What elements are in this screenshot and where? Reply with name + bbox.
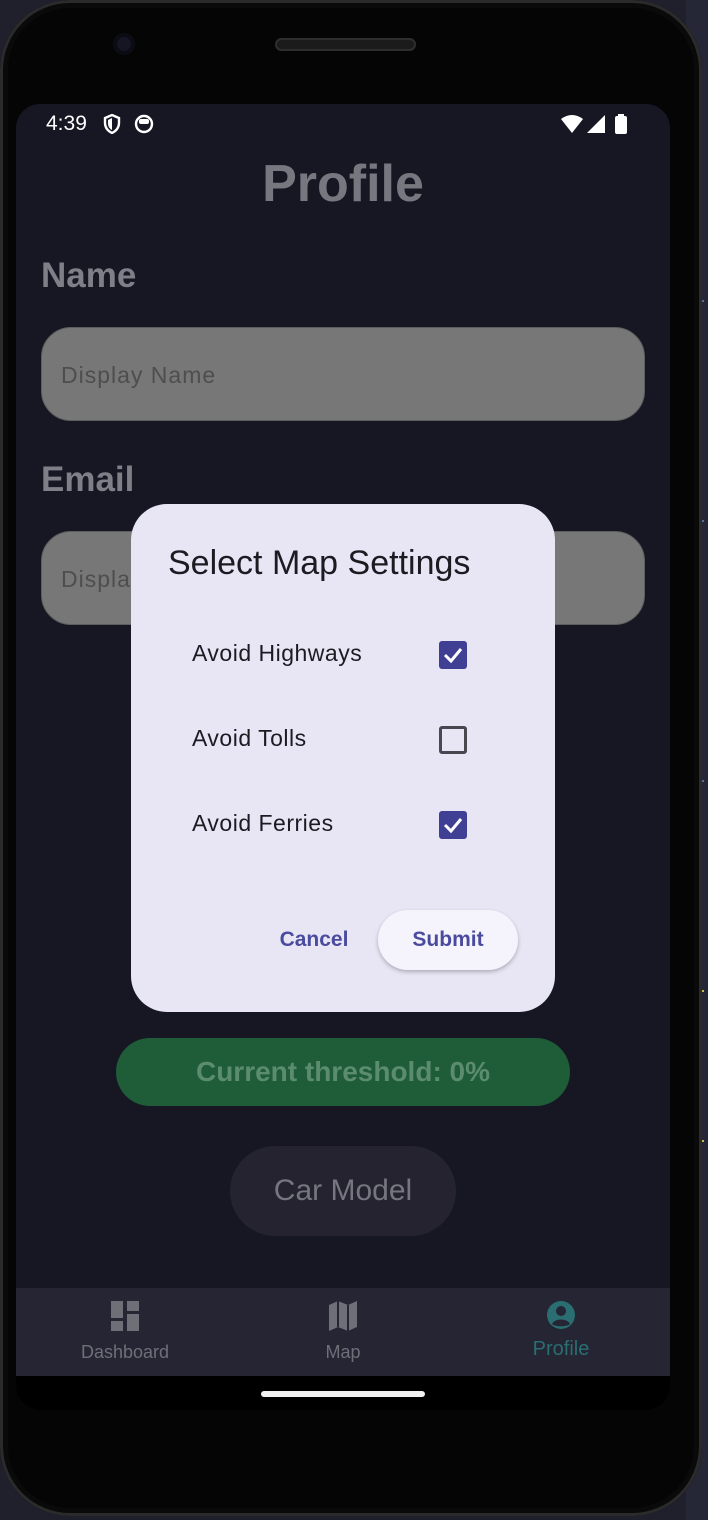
nav-label-profile: Profile <box>532 1338 590 1360</box>
display-name-input[interactable]: Display Name <box>41 327 645 421</box>
option-label: Avoid Tolls <box>192 725 307 751</box>
avoid-tolls-checkbox[interactable] <box>439 726 467 754</box>
threshold-button[interactable]: Current threshold: 0% <box>116 1038 570 1106</box>
home-gesture-handle[interactable] <box>261 1391 425 1397</box>
option-label: Avoid Highways <box>192 640 363 666</box>
nav-item-map[interactable]: Map <box>234 1288 452 1376</box>
nav-label-map: Map <box>325 1342 361 1362</box>
display-name-placeholder: Display Name <box>61 362 217 388</box>
wifi-icon <box>561 115 583 133</box>
email-placeholder: Displa <box>61 566 131 592</box>
car-model-button[interactable]: Car Model <box>230 1146 456 1236</box>
front-camera <box>113 33 135 55</box>
earpiece-speaker <box>275 38 416 51</box>
avoid-highways-checkbox[interactable] <box>439 641 467 669</box>
option-avoid-highways[interactable]: Avoid Highways <box>192 630 492 680</box>
face-icon <box>134 114 154 134</box>
dialog-title: Select Map Settings <box>168 544 471 582</box>
shield-icon <box>103 114 121 134</box>
email-label: Email <box>41 460 135 499</box>
cancel-button[interactable]: Cancel <box>275 910 353 970</box>
status-bar: 4:39 <box>16 104 670 144</box>
nav-item-dashboard[interactable]: Dashboard <box>16 1288 234 1376</box>
account-circle-icon <box>547 1301 575 1329</box>
page-title: Profile <box>262 155 424 213</box>
option-label: Avoid Ferries <box>192 810 334 836</box>
avoid-ferries-checkbox[interactable] <box>439 811 467 839</box>
map-icon <box>329 1301 357 1331</box>
option-avoid-tolls[interactable]: Avoid Tolls <box>192 715 492 765</box>
signal-icon <box>587 115 605 133</box>
map-settings-dialog: Select Map Settings Avoid Highways Avoid… <box>131 504 555 1012</box>
submit-button[interactable]: Submit <box>378 910 518 970</box>
checkmark-icon <box>443 648 463 664</box>
dashboard-icon <box>111 1301 139 1331</box>
bottom-navigation: Dashboard Map Profile <box>16 1288 670 1376</box>
nav-item-profile[interactable]: Profile <box>452 1288 670 1376</box>
gesture-navigation-area <box>16 1376 670 1410</box>
status-time: 4:39 <box>46 112 87 135</box>
battery-icon <box>615 114 627 134</box>
nav-label-dashboard: Dashboard <box>80 1342 170 1362</box>
name-label: Name <box>41 256 137 295</box>
option-avoid-ferries[interactable]: Avoid Ferries <box>192 800 492 850</box>
checkmark-icon <box>443 818 463 834</box>
